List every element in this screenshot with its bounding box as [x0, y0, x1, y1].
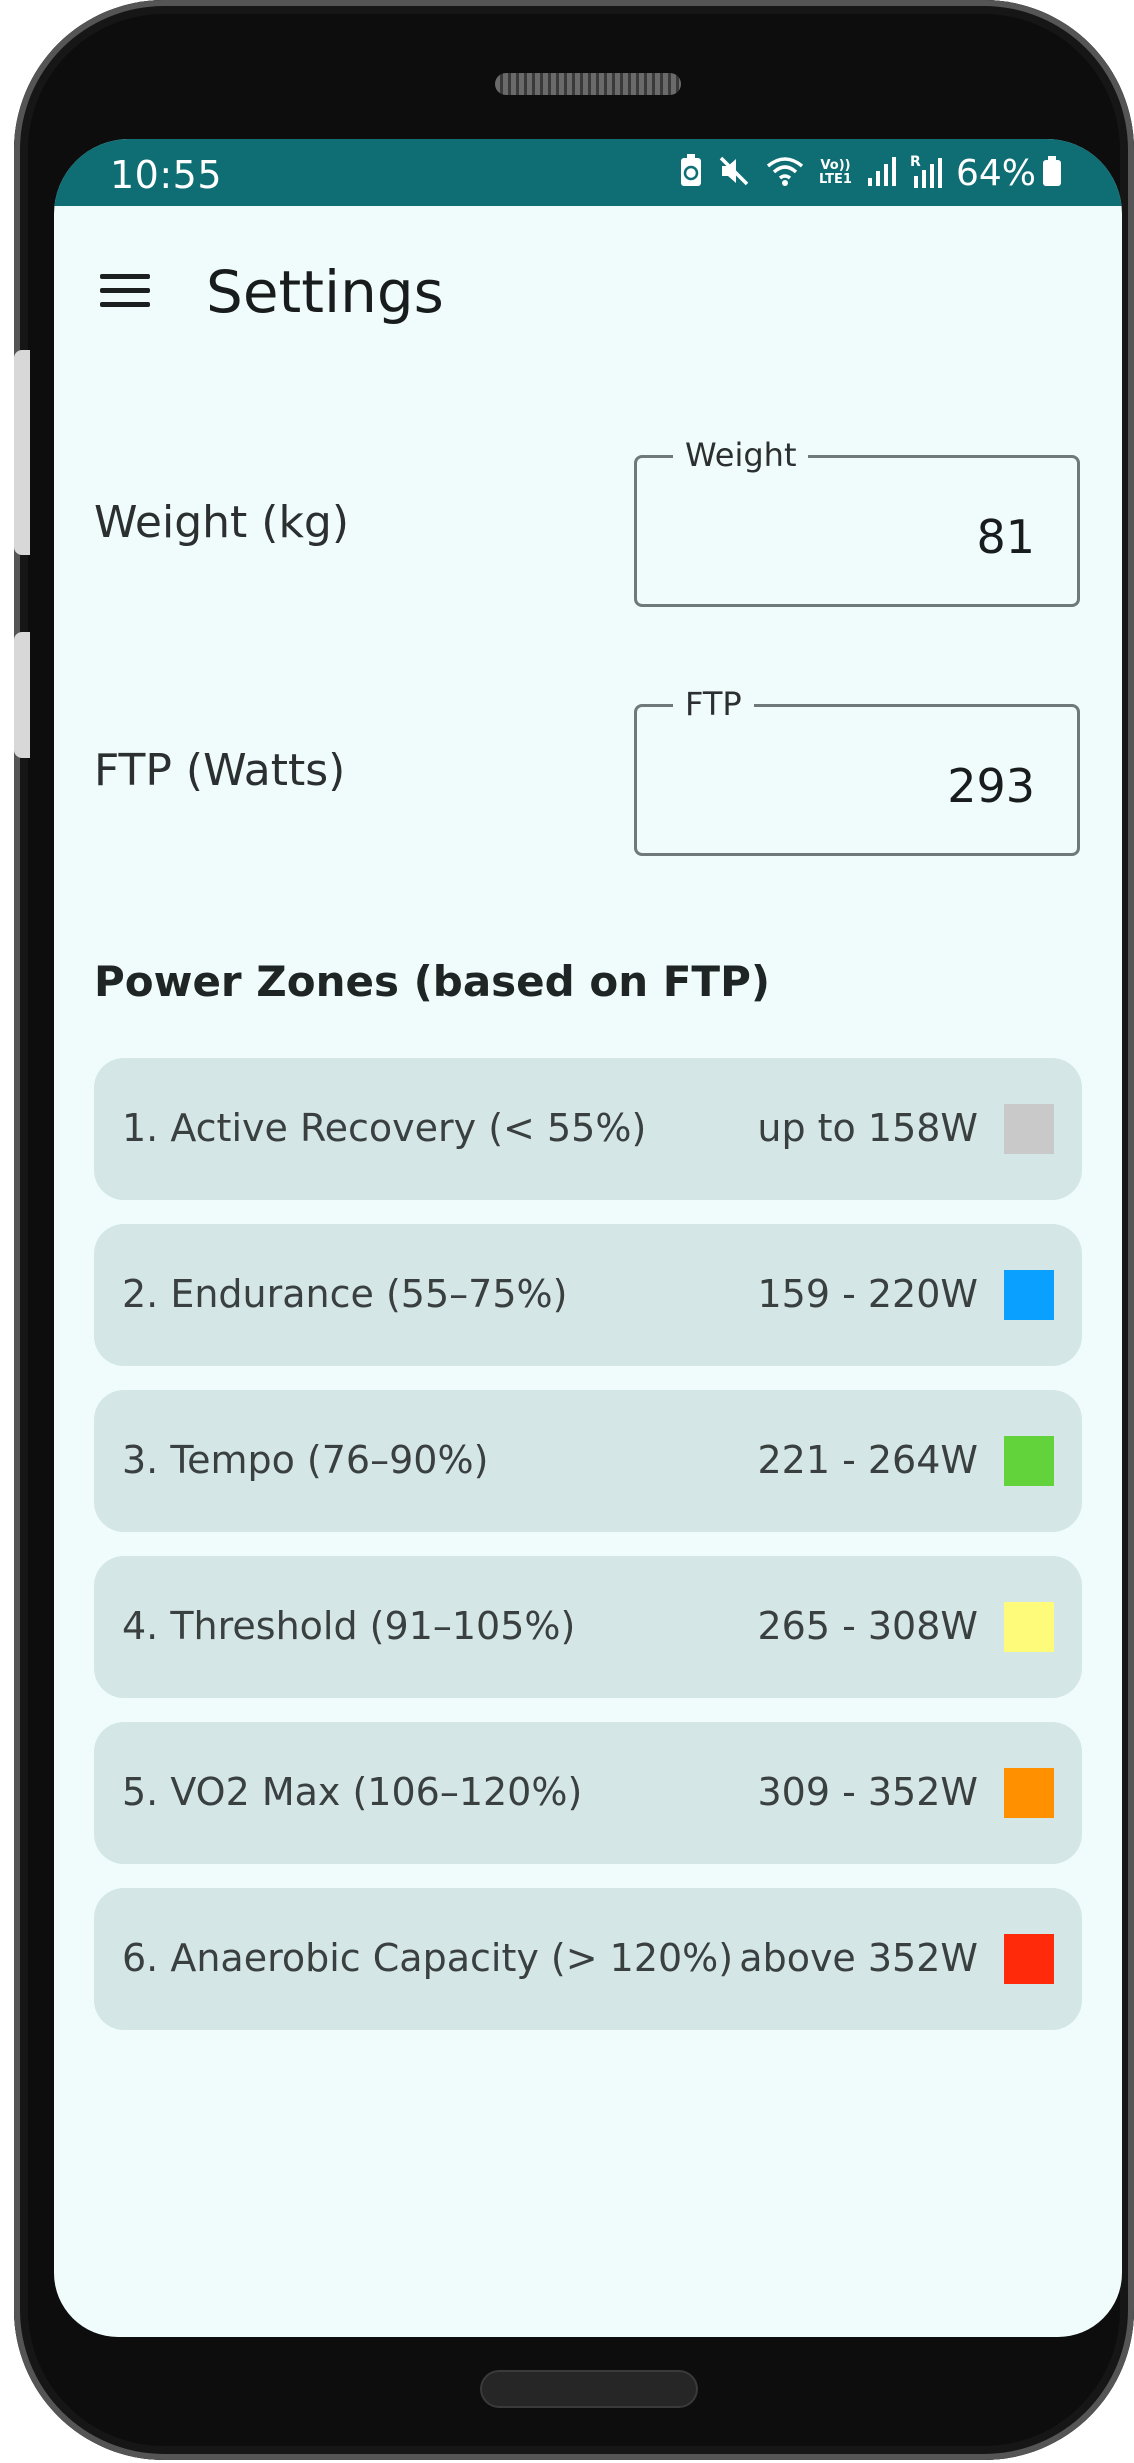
zone-item-active-recovery[interactable]: 1. Active Recovery (< 55%) up to 158W [94, 1058, 1082, 1200]
ftp-label: FTP (Watts) [94, 745, 346, 796]
battery-saver-icon [679, 153, 703, 193]
side-button-upper [14, 350, 30, 555]
zone-range: up to 158W [757, 1106, 978, 1150]
status-bar: 10:55 Vo)) LTE1 R 64% [54, 139, 1122, 206]
status-icons: Vo)) LTE1 R 64% [679, 151, 1062, 195]
zone-color-swatch [1004, 1104, 1054, 1154]
battery-percent: 64% [955, 152, 1036, 194]
ftp-field[interactable]: FTP 293 [634, 685, 1080, 856]
zone-label: 6. Anaerobic Capacity (> 120%) [122, 1936, 734, 1980]
zone-item-vo2-max[interactable]: 5. VO2 Max (106–120%) 309 - 352W [94, 1722, 1082, 1864]
zone-item-anaerobic-capacity[interactable]: 6. Anaerobic Capacity (> 120%) above 352… [94, 1888, 1082, 2030]
status-time: 10:55 [110, 153, 223, 197]
zone-color-swatch [1004, 1768, 1054, 1818]
power-zones-title: Power Zones (based on FTP) [94, 957, 771, 1006]
zone-label: 2. Endurance (55–75%) [122, 1272, 568, 1316]
zone-range: 221 - 264W [757, 1438, 978, 1482]
ftp-value: 293 [947, 759, 1035, 813]
screen: 10:55 Vo)) LTE1 R 64% Settings Weight (k… [54, 139, 1122, 2337]
zone-label: 4. Threshold (91–105%) [122, 1604, 576, 1648]
signal-icon [866, 154, 896, 193]
volte-label: Vo)) [820, 158, 851, 173]
zone-color-swatch [1004, 1602, 1054, 1652]
power-zones-list: 1. Active Recovery (< 55%) up to 158W 2.… [94, 1058, 1082, 2054]
zone-item-threshold[interactable]: 4. Threshold (91–105%) 265 - 308W [94, 1556, 1082, 1698]
zone-item-tempo[interactable]: 3. Tempo (76–90%) 221 - 264W [94, 1390, 1082, 1532]
hamburger-menu-icon[interactable] [98, 270, 154, 310]
wifi-icon [765, 154, 805, 193]
zone-item-endurance[interactable]: 2. Endurance (55–75%) 159 - 220W [94, 1224, 1082, 1366]
side-button-lower [14, 632, 30, 758]
zone-color-swatch [1004, 1436, 1054, 1486]
zone-label: 5. VO2 Max (106–120%) [122, 1770, 583, 1814]
zone-range: above 352W [739, 1936, 978, 1980]
weight-field-label: Weight [673, 436, 809, 474]
weight-value: 81 [976, 510, 1035, 564]
battery-icon [1042, 154, 1062, 193]
zone-range: 309 - 352W [757, 1770, 978, 1814]
app-bar: Settings [54, 206, 1122, 371]
zone-color-swatch [1004, 1934, 1054, 1984]
lte-icon: Vo)) LTE1 [819, 159, 852, 187]
home-button[interactable] [482, 2372, 696, 2406]
earpiece-speaker [495, 73, 681, 95]
signal-roaming-icon: R [910, 154, 942, 190]
weight-label: Weight (kg) [94, 497, 350, 548]
weight-field[interactable]: Weight 81 [634, 436, 1080, 607]
lte-label: LTE1 [819, 172, 852, 187]
zone-range: 265 - 308W [757, 1604, 978, 1648]
zone-label: 3. Tempo (76–90%) [122, 1438, 489, 1482]
zone-label: 1. Active Recovery (< 55%) [122, 1106, 647, 1150]
page-title: Settings [206, 258, 444, 326]
zone-color-swatch [1004, 1270, 1054, 1320]
zone-range: 159 - 220W [757, 1272, 978, 1316]
ftp-field-label: FTP [673, 685, 754, 723]
phone-frame: 10:55 Vo)) LTE1 R 64% Settings Weight (k… [14, 0, 1134, 2460]
mute-icon [717, 154, 751, 193]
